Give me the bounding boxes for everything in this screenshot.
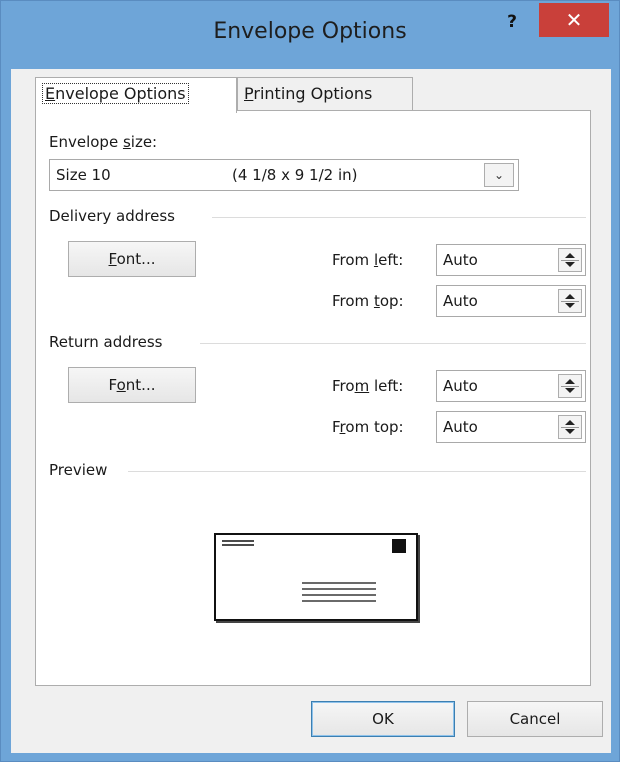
spinner-arrows-icon[interactable] [558, 415, 582, 439]
preview-heading: Preview [49, 461, 108, 479]
envelope-size-dims: (4 1/8 x 9 1/2 in) [232, 166, 358, 184]
delivery-from-left-spinner[interactable]: Auto [436, 244, 586, 276]
return-divider [200, 343, 586, 344]
envelope-size-name: Size 10 [56, 166, 111, 184]
title-bar: Envelope Options ? ✕ [1, 1, 619, 67]
tab-printing-options-label: Printing Options [244, 84, 373, 103]
tab-envelope-options-label: Envelope Options [42, 83, 189, 104]
spinner-arrows-icon[interactable] [558, 289, 582, 313]
cancel-button[interactable]: Cancel [467, 701, 603, 737]
delivery-from-left-value: Auto [443, 251, 478, 269]
tab-printing-options[interactable]: Printing Options [237, 77, 413, 111]
return-from-left-spinner[interactable]: Auto [436, 370, 586, 402]
chevron-down-icon[interactable]: ⌄ [484, 163, 514, 187]
help-button[interactable]: ? [497, 9, 527, 37]
spinner-arrows-icon[interactable] [558, 374, 582, 398]
preview-divider [128, 471, 586, 472]
spinner-arrows-icon[interactable] [558, 248, 582, 272]
envelope-options-dialog: Envelope Options ? ✕ Envelope Options Pr… [0, 0, 620, 762]
return-from-top-spinner[interactable]: Auto [436, 411, 586, 443]
delivery-divider [212, 217, 586, 218]
delivery-from-top-label: From top: [332, 292, 404, 310]
delivery-font-button[interactable]: Font... [68, 241, 196, 277]
tab-envelope-options[interactable]: Envelope Options [35, 77, 237, 113]
return-address-heading: Return address [49, 333, 163, 351]
return-from-top-value: Auto [443, 418, 478, 436]
dialog-body: Envelope Options Printing Options Envelo… [11, 69, 611, 753]
return-from-top-label: From top: [332, 418, 404, 436]
envelope-size-label: Envelope size: [49, 133, 158, 151]
envelope-size-select[interactable]: Size 10 (4 1/8 x 9 1/2 in) ⌄ [49, 159, 519, 191]
return-from-left-label: From left: [332, 377, 404, 395]
delivery-from-top-value: Auto [443, 292, 478, 310]
ok-button[interactable]: OK [311, 701, 455, 737]
delivery-from-left-label: From left: [332, 251, 404, 269]
delivery-from-top-spinner[interactable]: Auto [436, 285, 586, 317]
envelope-preview-icon [214, 533, 418, 621]
delivery-address-heading: Delivery address [49, 207, 175, 225]
close-button[interactable]: ✕ [539, 3, 609, 37]
return-from-left-value: Auto [443, 377, 478, 395]
return-font-button[interactable]: Font... [68, 367, 196, 403]
envelope-preview-graphic [222, 539, 406, 602]
